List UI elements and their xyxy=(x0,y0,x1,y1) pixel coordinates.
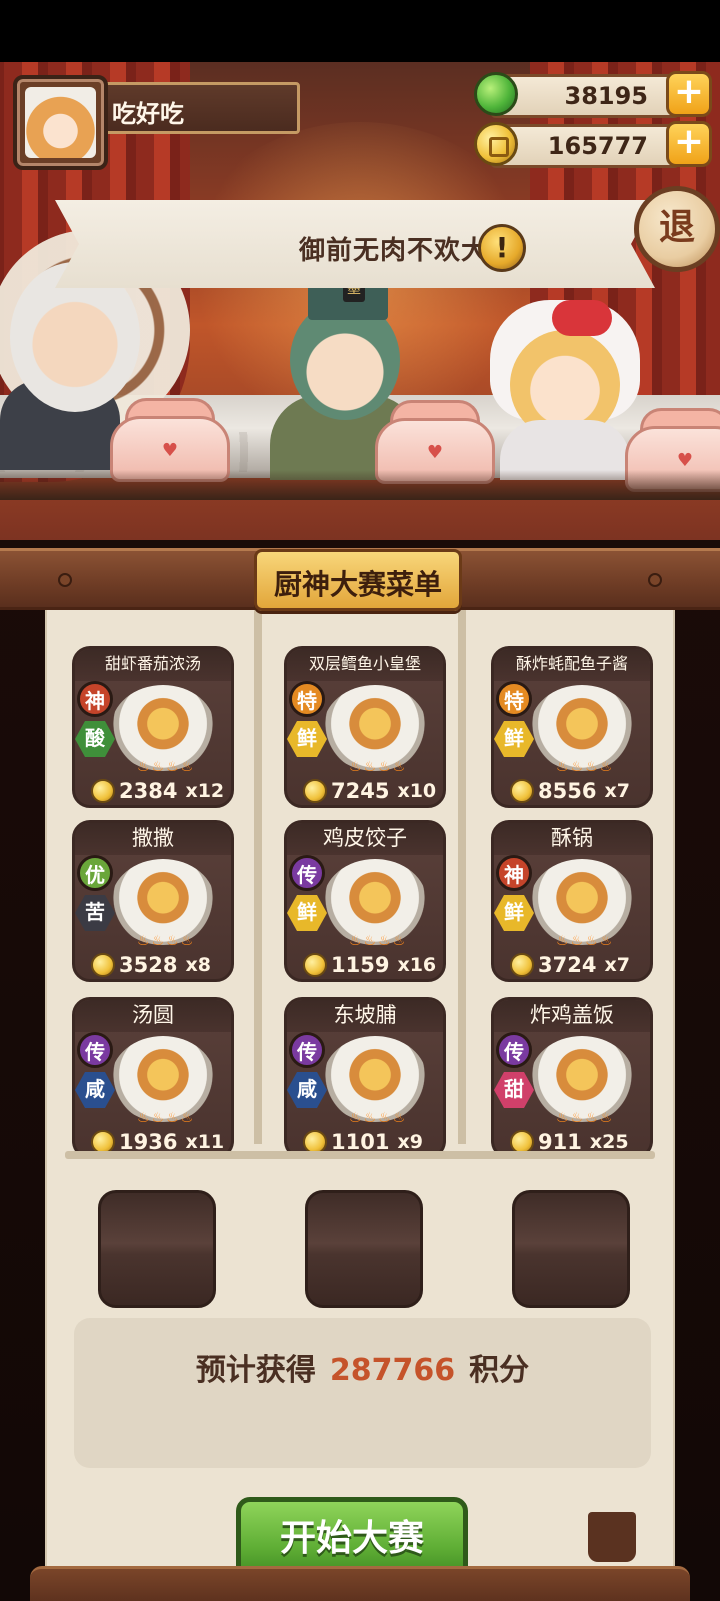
dish-price: 1159 xyxy=(331,953,390,977)
heat-icon: ♨♨♨♨ xyxy=(556,759,615,775)
dish-name: 汤圆 xyxy=(75,1000,231,1032)
dish-name: 炸鸡盖饭 xyxy=(494,1000,650,1032)
add-coins-button[interactable]: + xyxy=(666,121,712,167)
dish-quantity: x11 xyxy=(185,1131,225,1153)
utensil-holder xyxy=(588,1512,636,1562)
estimate-panel xyxy=(74,1318,651,1468)
dish-card[interactable]: 汤圆 ♨♨♨♨ 传咸 1936 x11 xyxy=(72,997,234,1159)
dish-card[interactable]: 双层鳕鱼小皇堡 ♨♨♨♨ 特鲜 7245 x10 xyxy=(284,646,446,808)
dish-quantity: x25 xyxy=(589,1131,629,1153)
heat-icon: ♨♨♨♨ xyxy=(137,933,196,949)
dish-card[interactable]: 酥炸蚝配鱼子酱 ♨♨♨♨ 特鲜 8556 x7 xyxy=(491,646,653,808)
dish-card[interactable]: 甜虾番茄浓汤 ♨♨♨♨ 神酸 2384 x12 xyxy=(72,646,234,808)
dish-name: 东坡脯 xyxy=(287,1000,443,1032)
dish-grade-badge: 传 xyxy=(496,1032,532,1068)
heat-icon: ♨♨♨♨ xyxy=(349,759,408,775)
dish-flavor-badge: 鲜 xyxy=(287,721,327,757)
estimate-label: 预计获得 xyxy=(195,1353,316,1388)
status-bar xyxy=(0,0,720,62)
dish-flavor-badge: 咸 xyxy=(75,1072,115,1108)
dish-flavor-badge: 酸 xyxy=(75,721,115,757)
estimate-line: 预计获得 287766 积分 xyxy=(74,1345,651,1389)
estimate-points: 287766 xyxy=(329,1353,456,1388)
dish-grade-badge: 特 xyxy=(289,681,325,717)
dish-name: 双层鳕鱼小皇堡 xyxy=(287,649,443,681)
heat-icon: ♨♨♨♨ xyxy=(137,1110,196,1126)
dish-price: 2384 xyxy=(119,779,178,803)
dish-price: 3528 xyxy=(119,953,178,977)
coin-count: 165777 xyxy=(547,132,648,160)
avatar-portrait xyxy=(25,87,96,158)
dish-grade-badge: 特 xyxy=(496,681,532,717)
dish-grade-badge: 优 xyxy=(77,855,113,891)
heat-icon: ♨♨♨♨ xyxy=(556,933,615,949)
coin-icon xyxy=(91,779,115,803)
event-title: 御前无肉不欢大赛 xyxy=(298,236,515,266)
dish-name: 鸡皮饺子 xyxy=(287,823,443,855)
heat-icon: ♨♨♨♨ xyxy=(349,933,408,949)
dish-card[interactable]: 酥锅 ♨♨♨♨ 神鲜 3724 x7 xyxy=(491,820,653,982)
dish-quantity: x7 xyxy=(604,780,630,802)
dish-flavor-badge: 甜 xyxy=(494,1072,534,1108)
gem-icon xyxy=(474,72,518,116)
dish-grade-badge: 神 xyxy=(496,855,532,891)
add-gems-button[interactable]: + xyxy=(666,71,712,117)
dish-quantity: x10 xyxy=(397,780,437,802)
dish-quantity: x16 xyxy=(397,954,437,976)
dish-flavor-badge: 鲜 xyxy=(494,721,534,757)
dish-price: 8556 xyxy=(538,779,597,803)
dish-flavor-badge: 鲜 xyxy=(287,895,327,931)
empty-dish-slot[interactable] xyxy=(98,1190,216,1308)
dish-price: 3724 xyxy=(538,953,597,977)
empty-dish-slot[interactable] xyxy=(512,1190,630,1308)
price-row: 7245 x10 xyxy=(303,777,436,805)
dish-grade-badge: 神 xyxy=(77,681,113,717)
price-row: 2384 x12 xyxy=(91,777,224,805)
divider xyxy=(65,1151,655,1159)
user-name: 吃好吃 xyxy=(112,100,184,128)
coin-icon xyxy=(303,953,327,977)
bow-decoration xyxy=(552,300,612,336)
heat-icon: ♨♨♨♨ xyxy=(349,1110,408,1126)
points-unit: 积分 xyxy=(469,1353,530,1388)
dish-card[interactable]: 炸鸡盖饭 ♨♨♨♨ 传甜 911 x25 xyxy=(491,997,653,1159)
avatar[interactable] xyxy=(13,75,108,170)
dish-grade-badge: 传 xyxy=(289,1032,325,1068)
price-row: 1159 x16 xyxy=(303,951,436,979)
menu-title: 厨神大赛菜单 xyxy=(273,568,442,601)
dish-card[interactable]: 鸡皮饺子 ♨♨♨♨ 传鲜 1159 x16 xyxy=(284,820,446,982)
dish-quantity: x9 xyxy=(397,1131,423,1153)
info-alert-icon[interactable]: ! xyxy=(478,224,526,272)
coin-icon xyxy=(91,953,115,977)
dish-flavor-badge: 鲜 xyxy=(494,895,534,931)
price-row: 3528 x8 xyxy=(91,951,211,979)
coin-icon xyxy=(510,779,534,803)
dish-grade-badge: 传 xyxy=(77,1032,113,1068)
price-row: 3724 x7 xyxy=(510,951,630,979)
coin-icon xyxy=(474,122,518,166)
dish-price: 7245 xyxy=(331,779,390,803)
dish-name: 撒撒 xyxy=(75,823,231,855)
dish-grade-badge: 传 xyxy=(289,855,325,891)
dish-card[interactable]: 撒撒 ♨♨♨♨ 优苦 3528 x8 xyxy=(72,820,234,982)
price-row: 8556 x7 xyxy=(510,777,630,805)
gem-count: 38195 xyxy=(564,82,649,110)
dish-quantity: x12 xyxy=(185,780,225,802)
dish-flavor-badge: 咸 xyxy=(287,1072,327,1108)
dish-card[interactable]: 东坡脯 ♨♨♨♨ 传咸 1101 x9 xyxy=(284,997,446,1159)
heat-icon: ♨♨♨♨ xyxy=(556,1110,615,1126)
coin-icon xyxy=(510,953,534,977)
dish-quantity: x8 xyxy=(185,954,211,976)
bottom-bar xyxy=(30,1566,690,1601)
stage-edge xyxy=(0,470,720,500)
dish-quantity: x7 xyxy=(604,954,630,976)
dish-name: 甜虾番茄浓汤 xyxy=(75,649,231,681)
dish-flavor-badge: 苦 xyxy=(75,895,115,931)
dish-name: 酥锅 xyxy=(494,823,650,855)
empty-dish-slot[interactable] xyxy=(305,1190,423,1308)
dish-name: 酥炸蚝配鱼子酱 xyxy=(494,649,650,681)
heat-icon: ♨♨♨♨ xyxy=(137,759,196,775)
exit-button[interactable]: 退 xyxy=(634,186,720,272)
coin-icon xyxy=(303,779,327,803)
